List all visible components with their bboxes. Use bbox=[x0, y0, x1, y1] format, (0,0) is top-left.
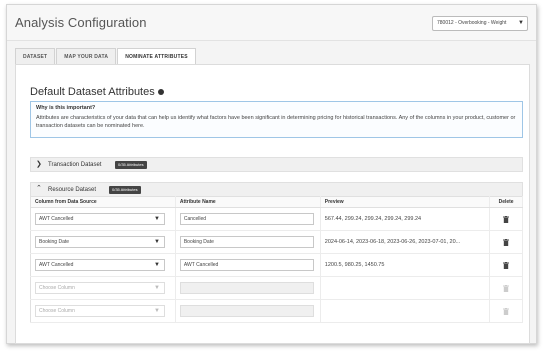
attributes-table: Column from Data Source Attribute Name P… bbox=[30, 196, 523, 323]
table-row: AWT Cancelled ▼ Cancelled 567.44, 299.24,… bbox=[30, 207, 523, 231]
tab-map-your-data[interactable]: MAP YOUR DATA bbox=[56, 48, 117, 64]
chevron-right-icon: ❯ bbox=[36, 161, 42, 168]
table-row: AWT Cancelled ▼ AWT Cancelled 1200.5, 980… bbox=[30, 253, 523, 277]
preview-text: 2024-06-14, 2023-06-18, 2023-06-26, 2023… bbox=[324, 239, 461, 245]
info-callout: Why is this important? Attributes are ch… bbox=[30, 101, 523, 138]
table-row: Booking Date ▼ Booking Date 2024-06-14, 2… bbox=[30, 230, 523, 254]
column-header-source: Column from Data Source bbox=[30, 196, 176, 208]
page-title: Analysis Configuration bbox=[15, 15, 147, 30]
section-title: Default Dataset Attributes bbox=[30, 86, 155, 98]
trash-icon bbox=[503, 284, 510, 292]
preview-text: 567.44, 299.24, 299.24, 299.24, 299.24 bbox=[324, 216, 422, 222]
transaction-dataset-label: Transaction Dataset bbox=[48, 162, 102, 168]
column-select[interactable]: Choose Column ▼ bbox=[35, 305, 165, 317]
app-window: Analysis Configuration 780012 - Overbook… bbox=[6, 4, 537, 344]
caret-down-icon: ▼ bbox=[154, 216, 160, 222]
column-select[interactable]: Choose Column ▼ bbox=[35, 282, 165, 294]
column-select[interactable]: Booking Date ▼ bbox=[35, 236, 165, 248]
column-header-attribute: Attribute Name bbox=[175, 196, 321, 208]
preview-text: 1200.5, 980.25, 1450.75 bbox=[324, 262, 385, 268]
chevron-up-icon: ⌃ bbox=[36, 185, 42, 192]
attribute-name-input[interactable]: Booking Date bbox=[179, 236, 314, 248]
table-row: Choose Column ▼ bbox=[30, 276, 523, 300]
attribute-name-input[interactable] bbox=[179, 305, 314, 317]
trash-icon[interactable] bbox=[503, 215, 510, 223]
caret-down-icon: ▼ bbox=[154, 308, 160, 314]
caret-down-icon: ▼ bbox=[518, 20, 524, 26]
column-header-delete: Delete bbox=[489, 196, 523, 208]
tab-dataset[interactable]: DATASET bbox=[15, 48, 56, 64]
attribute-name-input[interactable]: AWT Cancelled bbox=[179, 259, 314, 271]
caret-down-icon: ▼ bbox=[154, 285, 160, 291]
table-row: Choose Column ▼ bbox=[30, 299, 523, 323]
tab-bar: DATASET MAP YOUR DATA NOMINATE ATTRIBUTE… bbox=[15, 48, 197, 64]
info-text: Attributes are characteristics of your d… bbox=[36, 115, 516, 129]
resource-attributes-badge: 0/35 Attributes bbox=[109, 186, 141, 194]
tab-nominate-attributes[interactable]: NOMINATE ATTRIBUTES bbox=[117, 48, 196, 64]
main-panel: Default Dataset Attributes Why is this i… bbox=[15, 64, 530, 344]
table-header-row: Column from Data Source Attribute Name P… bbox=[30, 196, 523, 208]
trash-icon[interactable] bbox=[503, 238, 510, 246]
attribute-name-input[interactable] bbox=[179, 282, 314, 294]
resource-dataset-accordion[interactable]: ⌃ Resource Dataset 0/35 Attributes bbox=[30, 182, 523, 197]
column-select[interactable]: AWT Cancelled ▼ bbox=[35, 259, 165, 271]
trash-icon[interactable] bbox=[503, 261, 510, 269]
project-select[interactable]: 780012 - Overbooking - Weight ▼ bbox=[432, 16, 528, 31]
column-header-preview: Preview bbox=[320, 196, 491, 208]
resource-dataset-label: Resource Dataset bbox=[48, 187, 97, 193]
attribute-name-input[interactable]: Cancelled bbox=[179, 213, 314, 225]
transaction-attributes-badge: 0/35 Attributes bbox=[115, 161, 147, 169]
project-select-value: 780012 - Overbooking - Weight bbox=[437, 20, 507, 26]
info-icon[interactable] bbox=[158, 89, 164, 95]
trash-icon bbox=[503, 307, 510, 315]
top-bar: Analysis Configuration 780012 - Overbook… bbox=[7, 5, 536, 41]
caret-down-icon: ▼ bbox=[154, 239, 160, 245]
caret-down-icon: ▼ bbox=[154, 262, 160, 268]
column-select[interactable]: AWT Cancelled ▼ bbox=[35, 213, 165, 225]
transaction-dataset-accordion[interactable]: ❯ Transaction Dataset 0/35 Attributes bbox=[30, 157, 523, 172]
info-heading: Why is this important? bbox=[36, 105, 96, 111]
